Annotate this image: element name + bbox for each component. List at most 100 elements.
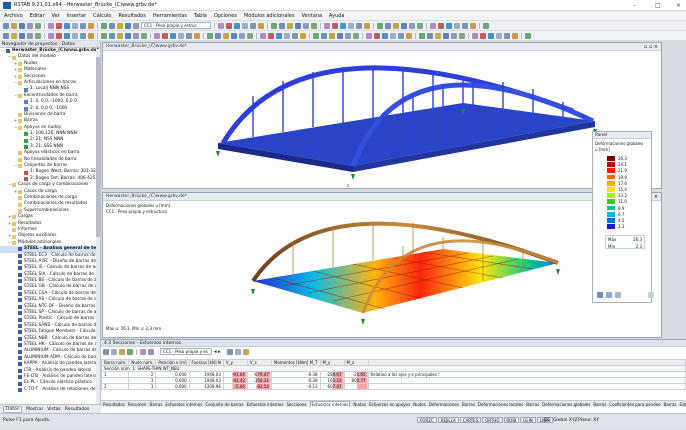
open-icon[interactable] [11,32,17,39]
new-icon[interactable] [385,22,391,29]
display-icon[interactable] [207,32,213,39]
table-tab-15[interactable]: Deformaciones globales [542,402,590,407]
print-icon[interactable] [27,32,33,39]
redo-icon[interactable] [260,32,266,39]
rotate-icon[interactable] [470,22,476,29]
cell-vz[interactable]: -82.54 [246,383,272,390]
calc-icon[interactable] [480,32,486,39]
zoom-icon[interactable] [250,22,256,29]
legend-settings-icon[interactable] [597,292,603,298]
zoom-icon[interactable] [462,22,468,29]
navigator-tab-3[interactable]: Resultados [65,407,90,412]
table-filter-icon[interactable] [111,348,117,355]
open-icon[interactable] [117,32,123,39]
table-tab-8[interactable]: Nudos [353,402,366,407]
table-tab-13[interactable]: Deformaciones locales [478,402,523,407]
menu-item-5[interactable]: Resultados [118,13,145,19]
calc-icon[interactable] [162,32,168,39]
display-icon[interactable] [483,22,489,29]
new-icon[interactable] [3,22,9,29]
save-icon[interactable] [231,32,237,39]
save-icon[interactable] [125,32,131,39]
new-icon[interactable] [427,32,433,39]
rotate-icon[interactable] [258,22,264,29]
results-icon[interactable] [64,32,70,39]
print-icon[interactable] [303,22,309,29]
new-icon[interactable] [215,32,221,39]
open-icon[interactable] [435,32,441,39]
undo-icon[interactable] [459,32,465,39]
open-icon[interactable] [329,32,335,39]
table-tab-9[interactable]: Esfuerzos en apoyos [369,402,410,407]
new-icon[interactable] [109,32,115,39]
undo-icon[interactable] [141,32,147,39]
display-icon[interactable] [313,32,319,39]
table-highlight-icon[interactable] [242,348,249,355]
table-loadcase-select[interactable]: CC1 - Peso propio y es [160,348,212,355]
cell-mz[interactable] [343,383,369,390]
table-tab-2[interactable]: Barras [149,402,162,407]
undo-icon[interactable] [417,22,423,29]
zoom-icon[interactable] [292,32,298,39]
save-icon[interactable] [19,22,25,29]
undo-icon[interactable] [35,22,41,29]
model-view-2[interactable]: Herwaster_Brücke_(C)www.grbv.de* ▫ ▫ × D… [102,192,662,338]
undo-icon[interactable] [311,22,317,29]
view-icon[interactable] [242,22,248,29]
table-tab-19[interactable]: Esbelteces de barra [679,402,686,407]
print-icon[interactable] [409,22,415,29]
rotate-icon[interactable] [406,32,412,39]
table-tab-1[interactable]: Resumen [128,402,147,407]
redo-icon[interactable] [218,22,224,29]
table-sort-icon[interactable] [226,348,233,355]
menu-item-2[interactable]: Ver [52,13,60,19]
navigator-item[interactable]: C-TO-T - Análisis de relaciones de a [0,387,100,393]
close-icon[interactable]: × [676,2,681,9]
save-icon[interactable] [401,22,407,29]
new-icon[interactable] [109,22,115,29]
navigator-scrollbar[interactable] [96,49,100,404]
rotate-icon[interactable] [194,32,200,39]
table-tab-18[interactable]: Barras [664,402,677,407]
table-tab-7[interactable]: Esfuerzos internos [309,401,351,407]
cell-my[interactable]: 607.07 [319,383,345,390]
menu-item-10[interactable]: Ventana [301,13,322,19]
legend-zoom-icon[interactable] [648,292,654,298]
cell-note[interactable] [367,383,686,390]
zoom-icon[interactable] [80,22,86,29]
rotate-icon[interactable] [300,32,306,39]
view-icon[interactable] [72,32,78,39]
results-icon[interactable] [234,22,240,29]
save-icon[interactable] [443,32,449,39]
display-icon[interactable] [377,22,383,29]
view1-window-controls[interactable]: ▫ ▫ × [644,44,658,50]
rotate-icon[interactable] [88,32,94,39]
cell-mt[interactable]: -0.13 [270,383,321,390]
navigator-tab-0[interactable]: Datos [3,405,23,413]
cell-barra[interactable]: 2 [100,383,130,390]
model-view-1[interactable]: Herwaster_Brücke_(C)www.grbv.de* ▫ ▫ × z [102,42,662,189]
table-tab-14[interactable]: Barras [526,402,539,407]
table-tab-4[interactable]: Conjunto de barras [205,402,243,407]
zoom-icon[interactable] [356,22,362,29]
display-icon[interactable] [271,22,277,29]
loadcase-select[interactable]: CC1 - Peso propio y estruc [141,22,211,29]
table-settings-icon[interactable] [148,348,154,355]
redo-icon[interactable] [366,32,372,39]
redo-icon[interactable] [48,32,54,39]
rotate-icon[interactable] [512,32,518,39]
view-icon[interactable] [454,22,460,29]
redo-icon[interactable] [430,22,436,29]
display-icon[interactable] [419,32,425,39]
open-icon[interactable] [223,32,229,39]
zoom-icon[interactable] [186,32,192,39]
results-icon[interactable] [382,32,388,39]
view-icon[interactable] [390,32,396,39]
results-icon[interactable] [488,32,494,39]
open-icon[interactable] [393,22,399,29]
redo-icon[interactable] [472,32,478,39]
zoom-icon[interactable] [80,32,86,39]
redo-icon[interactable] [324,22,330,29]
status-toggle-0[interactable]: FORZC [417,417,437,423]
table-tab-0[interactable]: Resultados [103,402,125,407]
